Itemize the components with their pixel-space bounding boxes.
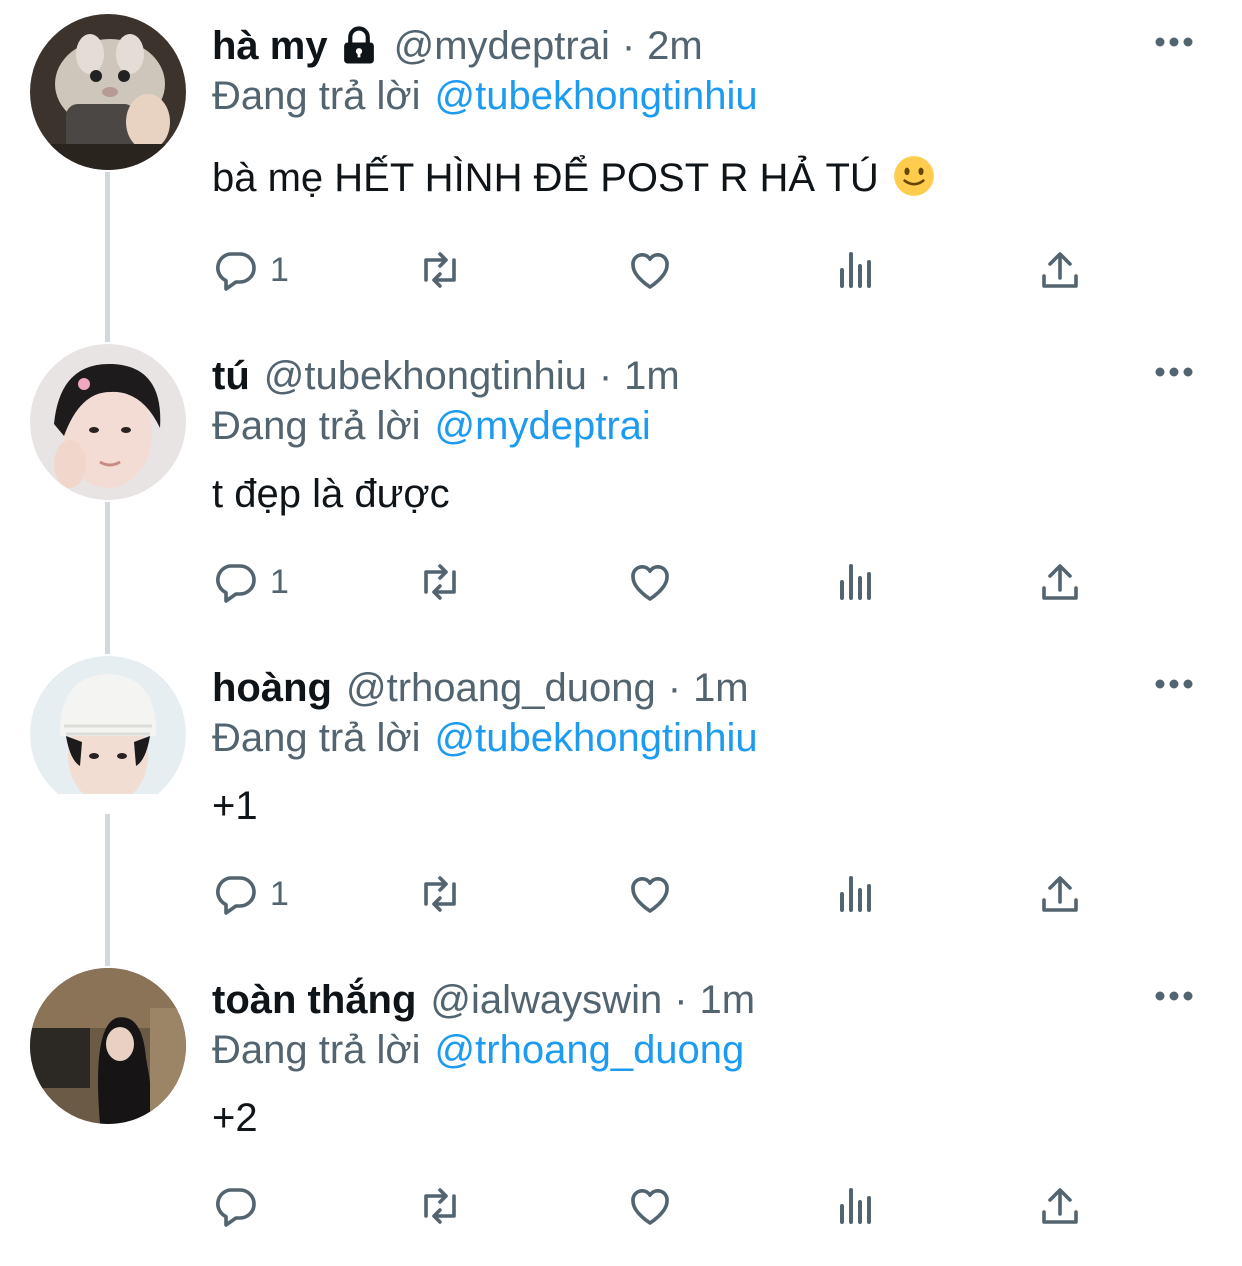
retweet-icon <box>424 564 456 600</box>
avatar[interactable] <box>30 656 186 812</box>
tweet-text: bà mẹ HẾT HÌNH ĐỂ POST R HẢ TÚ <box>212 154 935 202</box>
analytics-icon <box>840 876 871 912</box>
tweet-actions: 1 <box>0 552 1242 612</box>
analytics-icon <box>840 564 871 600</box>
retweet-icon <box>424 1188 456 1224</box>
reply-count: 1 <box>270 874 289 913</box>
tweet-text: +1 <box>212 784 258 828</box>
user-handle[interactable]: @ialwayswin <box>430 976 662 1024</box>
more-options-icon[interactable] <box>1150 352 1198 392</box>
reply-icon <box>216 876 256 915</box>
display-name[interactable]: hoàng <box>212 664 332 712</box>
timestamp[interactable]: 1m <box>700 976 756 1024</box>
replying-to: Đang trả lời @tubekhongtinhiu <box>212 72 758 120</box>
avatar[interactable] <box>30 344 186 500</box>
more-options-icon[interactable] <box>1150 664 1198 704</box>
slightly-smiling-face-icon <box>893 156 934 196</box>
retweet-button[interactable] <box>416 1176 464 1236</box>
tweet-header: toàn thắng @ialwayswin · 1m <box>212 976 755 1024</box>
reply-tweet[interactable]: hà my @mydeptrai · 2m Đang trả lời @tubek… <box>0 0 1242 312</box>
tweet-header: tú @tubekhongtinhiu · 1m <box>212 352 680 400</box>
separator: · <box>621 24 636 68</box>
analytics-icon <box>840 252 871 288</box>
retweet-button[interactable] <box>416 240 464 300</box>
tweet-actions: 1 <box>0 240 1242 300</box>
user-handle[interactable]: @tubekhongtinhiu <box>264 352 587 400</box>
reply-icon <box>216 564 256 603</box>
timestamp[interactable]: 1m <box>693 664 749 712</box>
retweet-button[interactable] <box>416 552 464 612</box>
replying-label: Đang trả lời <box>212 404 421 448</box>
user-handle[interactable]: @mydeptrai <box>394 22 610 70</box>
retweet-icon <box>424 876 456 912</box>
replying-label: Đang trả lời <box>212 74 421 118</box>
analytics-button[interactable] <box>832 240 880 300</box>
share-button[interactable] <box>1036 864 1084 924</box>
tweet-text: t đẹp là được <box>212 472 450 516</box>
display-name[interactable]: hà my <box>212 22 328 70</box>
reply-tweet[interactable]: tú @tubekhongtinhiu · 1m Đang trả lời @my… <box>0 330 1242 642</box>
like-button[interactable] <box>626 552 674 612</box>
timestamp[interactable]: 2m <box>647 22 703 70</box>
share-icon <box>1042 564 1078 600</box>
reply-button[interactable]: 1 <box>212 240 289 300</box>
share-button[interactable] <box>1036 1176 1084 1236</box>
lock-icon <box>343 26 374 64</box>
tweet-text-body: bà mẹ HẾT HÌNH ĐỂ POST R HẢ TÚ <box>212 156 879 200</box>
reply-button[interactable]: 1 <box>212 864 289 924</box>
tweet-text: +2 <box>212 1096 258 1140</box>
share-icon <box>1042 876 1078 912</box>
replying-to: Đang trả lời @trhoang_duong <box>212 1026 744 1074</box>
tweet-actions: 1 <box>0 864 1242 924</box>
tweet-header: hoàng @trhoang_duong · 1m <box>212 664 749 712</box>
reply-button[interactable] <box>212 1176 270 1236</box>
like-button[interactable] <box>626 1176 674 1236</box>
reply-button[interactable]: 1 <box>212 552 289 612</box>
reply-tweet[interactable]: hoàng @trhoang_duong · 1m Đang trả lời @t… <box>0 642 1242 954</box>
separator: · <box>674 978 688 1022</box>
retweet-icon <box>424 252 456 288</box>
separator: · <box>667 666 682 710</box>
replying-to: Đang trả lời @mydeptrai <box>212 402 651 450</box>
analytics-button[interactable] <box>832 864 880 924</box>
share-icon <box>1042 252 1078 288</box>
analytics-icon <box>840 1188 871 1224</box>
analytics-button[interactable] <box>832 552 880 612</box>
heart-icon <box>631 565 669 601</box>
like-button[interactable] <box>626 864 674 924</box>
analytics-button[interactable] <box>832 1176 880 1236</box>
avatar[interactable] <box>30 14 186 170</box>
display-name[interactable]: toàn thắng <box>212 976 416 1024</box>
more-options-icon[interactable] <box>1150 976 1198 1016</box>
heart-icon <box>631 1189 669 1225</box>
tweet-actions <box>0 1176 1242 1236</box>
timestamp[interactable]: 1m <box>624 352 680 400</box>
mention-link[interactable]: @mydeptrai <box>435 404 651 448</box>
display-name[interactable]: tú <box>212 352 250 400</box>
reply-tweet[interactable]: toàn thắng @ialwayswin · 1m Đang trả lời… <box>0 954 1242 1266</box>
replying-to: Đang trả lời @tubekhongtinhiu <box>212 714 758 762</box>
reply-count: 1 <box>270 562 289 601</box>
mention-link[interactable]: @tubekhongtinhiu <box>435 716 758 760</box>
share-icon <box>1042 1188 1078 1224</box>
avatar[interactable] <box>30 968 186 1124</box>
retweet-button[interactable] <box>416 864 464 924</box>
reply-icon <box>216 1188 256 1227</box>
more-options-icon[interactable] <box>1150 22 1198 62</box>
user-handle[interactable]: @trhoang_duong <box>346 664 656 712</box>
heart-icon <box>631 877 669 913</box>
replying-label: Đang trả lời <box>212 716 421 760</box>
mention-link[interactable]: @tubekhongtinhiu <box>435 74 758 118</box>
share-button[interactable] <box>1036 552 1084 612</box>
share-button[interactable] <box>1036 240 1084 300</box>
reply-icon <box>216 252 256 291</box>
reply-count: 1 <box>270 250 289 289</box>
separator: · <box>598 354 613 398</box>
tweet-header: hà my @mydeptrai · 2m <box>212 22 703 70</box>
like-button[interactable] <box>626 240 674 300</box>
heart-icon <box>631 253 669 289</box>
replying-label: Đang trả lời <box>212 1028 421 1072</box>
mention-link[interactable]: @trhoang_duong <box>435 1028 745 1072</box>
